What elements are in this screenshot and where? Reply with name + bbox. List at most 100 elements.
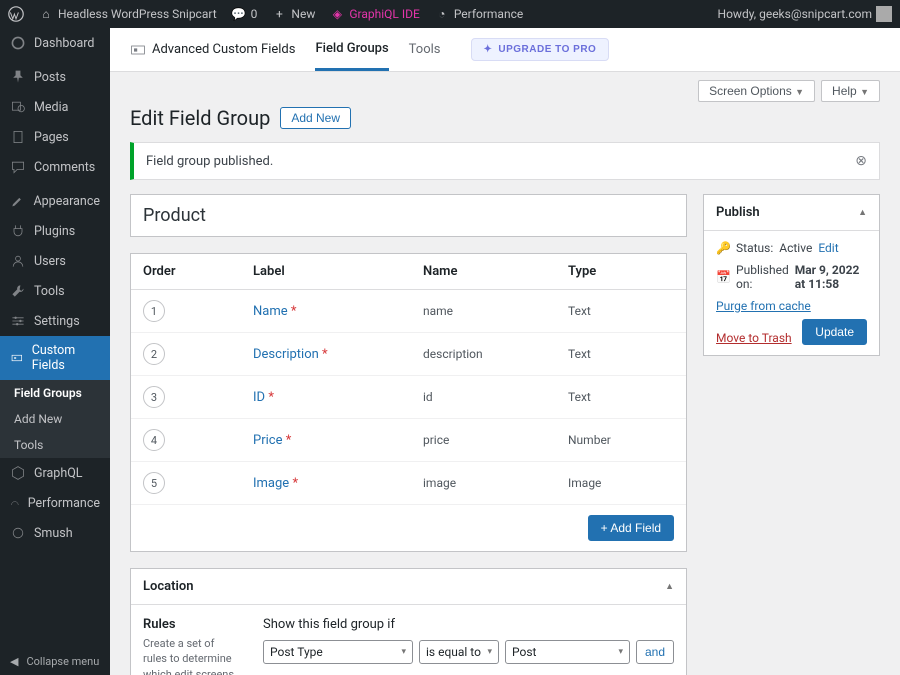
avatar [876,6,892,22]
comments-count[interactable]: 💬0 [231,6,258,22]
sliders-icon [10,313,26,329]
site-name[interactable]: ⌂Headless WordPress Snipcart [38,6,217,22]
field-name: description [423,347,568,361]
brush-icon [10,193,26,209]
field-type: Image [568,476,674,490]
field-row[interactable]: 5Image *imageImage [131,462,686,505]
field-label[interactable]: Price [253,433,282,448]
field-row[interactable]: 4Price *priceNumber [131,419,686,462]
fields-box: Order Label Name Type 1Name *nameText2De… [130,253,687,552]
admin-sidebar: Dashboard Posts Media Pages Comments App… [0,28,110,675]
sidebar-item-posts[interactable]: Posts [0,62,110,92]
submenu-custom-fields: Field Groups Add New Tools [0,380,110,458]
field-row[interactable]: 2Description *descriptionText [131,333,686,376]
gauge-icon: ◔ [434,6,450,22]
field-type: Number [568,433,674,447]
acf-subnav: Advanced Custom Fields Field Groups Tool… [110,28,900,72]
order-badge: 4 [143,429,165,451]
sidebar-item-comments[interactable]: Comments [0,152,110,182]
field-label[interactable]: Description [253,347,319,362]
collapse-menu[interactable]: ◀Collapse menu [0,648,110,675]
rule-param-select[interactable]: Post Type▾ [263,640,413,664]
field-row[interactable]: 1Name *nameText [131,290,686,333]
order-badge: 2 [143,343,165,365]
col-label: Label [253,264,423,279]
field-label[interactable]: Name [253,304,288,319]
order-badge: 5 [143,472,165,494]
sidebar-item-users[interactable]: Users [0,246,110,276]
page-icon [10,129,26,145]
page-title: Edit Field Group [130,106,270,130]
submenu-tools[interactable]: Tools [0,432,110,458]
location-header[interactable]: Location▲ [131,569,686,605]
sidebar-item-dashboard[interactable]: Dashboard [0,28,110,58]
rule-operator-select[interactable]: is equal to▾ [419,640,499,664]
help-button[interactable]: Help ▼ [821,80,880,102]
field-label[interactable]: ID [253,390,265,405]
field-type: Text [568,347,674,361]
field-name: price [423,433,568,447]
sidebar-item-tools[interactable]: Tools [0,276,110,306]
acf-title: Advanced Custom Fields [130,42,295,58]
my-account[interactable]: Howdy, geeks@snipcart.com [718,6,892,22]
performance-link[interactable]: ◔Performance [434,6,523,22]
tab-tools[interactable]: Tools [409,30,441,69]
chevron-down-icon: ▼ [860,87,869,97]
sidebar-item-smush[interactable]: Smush [0,518,110,548]
show-if-label: Show this field group if [263,617,674,632]
publish-box: Publish▲ 🔑Status: Active Edit 📅Published… [703,194,880,356]
rule-value-select[interactable]: Post▾ [505,640,630,664]
field-row[interactable]: 3ID *idText [131,376,686,419]
col-order: Order [143,264,253,279]
collapse-icon: ◀ [10,655,18,668]
field-name: name [423,304,568,318]
submenu-add-new[interactable]: Add New [0,406,110,432]
move-trash-link[interactable]: Move to Trash [716,331,792,345]
key-icon: 🔑 [716,241,730,255]
sidebar-item-pages[interactable]: Pages [0,122,110,152]
field-name: image [423,476,568,490]
field-label[interactable]: Image [253,476,289,491]
sidebar-item-performance[interactable]: Performance [0,488,110,518]
sidebar-item-appearance[interactable]: Appearance [0,186,110,216]
smush-icon [10,525,26,541]
purge-cache-link[interactable]: Purge from cache [716,299,811,313]
notice-published: Field group published. ⊗ [130,142,880,180]
group-title-input[interactable]: Product [130,194,687,237]
new-content[interactable]: +New [271,6,315,22]
user-icon [10,253,26,269]
and-button[interactable]: and [636,640,674,664]
update-button[interactable]: Update [802,319,867,345]
col-type: Type [568,264,674,279]
rules-label: Rules [143,617,239,632]
chevron-up-icon: ▲ [665,581,674,592]
plus-icon: + [271,6,287,22]
dismiss-notice[interactable]: ⊗ [855,153,867,169]
submenu-field-groups[interactable]: Field Groups [0,380,110,406]
tab-field-groups[interactable]: Field Groups [315,29,388,71]
add-new-button[interactable]: Add New [280,107,351,129]
acf-logo-icon [130,42,146,58]
rules-desc: Create a set of rules to determine which… [143,636,239,675]
order-badge: 1 [143,300,165,322]
screen-options-button[interactable]: Screen Options ▼ [698,80,815,102]
sidebar-item-graphql[interactable]: GraphQL [0,458,110,488]
field-name: id [423,390,568,404]
dashboard-icon [10,35,26,51]
sidebar-item-custom-fields[interactable]: Custom Fields [0,336,110,380]
edit-status-link[interactable]: Edit [818,241,838,255]
sidebar-item-plugins[interactable]: Plugins [0,216,110,246]
add-field-button[interactable]: + Add Field [588,515,674,541]
home-icon: ⌂ [38,6,54,22]
wp-logo[interactable] [8,6,24,22]
graphql-icon [10,465,26,481]
sidebar-item-settings[interactable]: Settings [0,306,110,336]
graphiql-link[interactable]: ◈GraphiQL IDE [329,6,419,22]
upgrade-button[interactable]: ✦UPGRADE TO PRO [471,38,610,61]
sidebar-item-media[interactable]: Media [0,92,110,122]
publish-header[interactable]: Publish▲ [704,195,879,231]
media-icon [10,99,26,115]
pin-icon [10,69,26,85]
sparkle-icon: ✦ [484,44,493,55]
chevron-up-icon: ▲ [858,207,867,218]
